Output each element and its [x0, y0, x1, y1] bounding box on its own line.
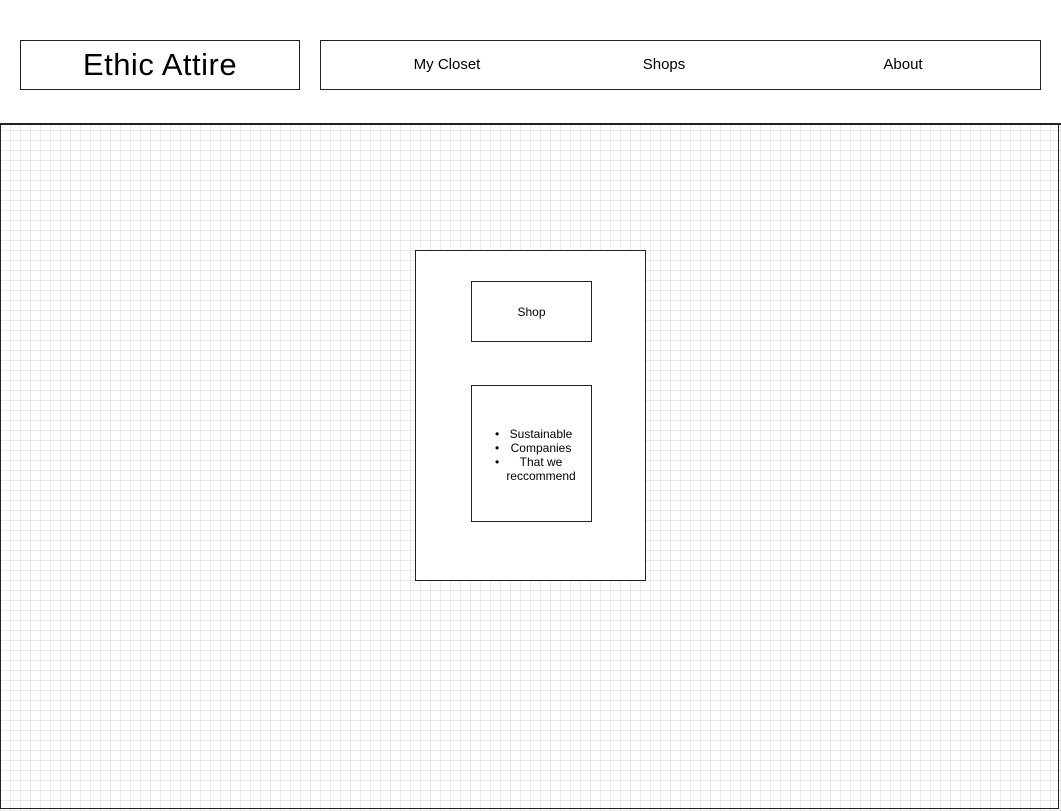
list-item-text: Sustainable: [509, 427, 573, 441]
bullet-icon: •: [495, 441, 500, 455]
shop-card: Shop • Sustainable • Companies • That we…: [415, 250, 646, 581]
shop-button[interactable]: Shop: [471, 281, 592, 342]
nav-item-about[interactable]: About: [833, 41, 973, 89]
list-item-text: That we: [519, 455, 563, 469]
list-item-text: Companies: [510, 441, 572, 455]
list-item-text: reccommend: [506, 469, 576, 483]
main-navigation: My Closet Shops About: [320, 40, 1041, 90]
list-item-continuation: reccommend: [495, 469, 587, 483]
bullet-icon: •: [495, 427, 500, 441]
recommendation-list: • Sustainable • Companies • That we recc…: [495, 427, 587, 483]
brand-logo[interactable]: Ethic Attire: [20, 40, 300, 90]
nav-item-shops[interactable]: Shops: [594, 41, 734, 89]
site-header: Ethic Attire My Closet Shops About: [0, 0, 1061, 125]
list-item: • Sustainable: [495, 427, 587, 441]
list-item: • Companies: [495, 441, 587, 455]
nav-item-my-closet[interactable]: My Closet: [377, 41, 517, 89]
list-item: • That we: [495, 455, 587, 469]
recommendation-box: • Sustainable • Companies • That we recc…: [471, 385, 592, 522]
bullet-icon: •: [495, 455, 500, 469]
